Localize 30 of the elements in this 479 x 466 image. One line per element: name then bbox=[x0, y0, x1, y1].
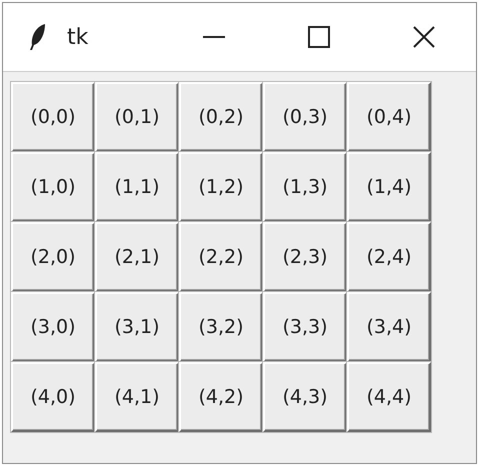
feather-icon bbox=[29, 23, 47, 51]
grid-button[interactable]: (0,0) bbox=[11, 82, 95, 152]
grid-button[interactable]: (4,1) bbox=[95, 362, 179, 432]
grid-button[interactable]: (4,0) bbox=[11, 362, 95, 432]
grid-button[interactable]: (1,2) bbox=[179, 152, 263, 222]
grid-button[interactable]: (2,0) bbox=[11, 222, 95, 292]
grid-button[interactable]: (4,4) bbox=[347, 362, 431, 432]
grid-button[interactable]: (1,0) bbox=[11, 152, 95, 222]
grid-button[interactable]: (3,2) bbox=[179, 292, 263, 362]
grid-button[interactable]: (0,1) bbox=[95, 82, 179, 152]
grid-button[interactable]: (3,0) bbox=[11, 292, 95, 362]
grid-button[interactable]: (0,2) bbox=[179, 82, 263, 152]
grid-button[interactable]: (1,1) bbox=[95, 152, 179, 222]
grid-button[interactable]: (2,4) bbox=[347, 222, 431, 292]
grid-button[interactable]: (3,3) bbox=[263, 292, 347, 362]
grid-button[interactable]: (4,2) bbox=[179, 362, 263, 432]
minimize-icon bbox=[202, 36, 224, 38]
grid-button[interactable]: (0,3) bbox=[263, 82, 347, 152]
grid-button[interactable]: (2,1) bbox=[95, 222, 179, 292]
window-title: tk bbox=[67, 24, 90, 50]
grid-button[interactable]: (1,3) bbox=[263, 152, 347, 222]
close-icon bbox=[412, 26, 434, 48]
grid-button[interactable]: (0,4) bbox=[347, 82, 431, 152]
grid-button[interactable]: (3,1) bbox=[95, 292, 179, 362]
grid-button[interactable]: (1,4) bbox=[347, 152, 431, 222]
grid-button[interactable]: (4,3) bbox=[263, 362, 347, 432]
grid-button[interactable]: (3,4) bbox=[347, 292, 431, 362]
maximize-icon bbox=[308, 26, 330, 48]
grid-button[interactable]: (2,2) bbox=[179, 222, 263, 292]
grid-button[interactable]: (2,3) bbox=[263, 222, 347, 292]
